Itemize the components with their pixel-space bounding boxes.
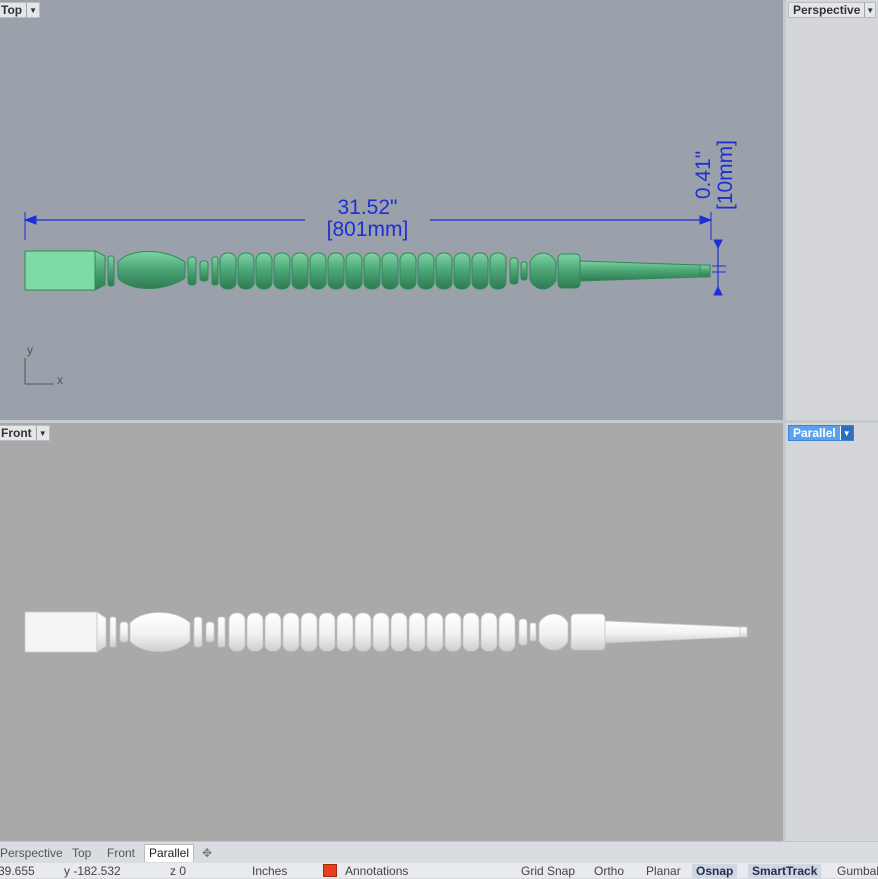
toggle-gumball[interactable]: Gumbal xyxy=(837,864,878,879)
spindle-selected xyxy=(24,250,711,291)
front-view-drawing xyxy=(24,611,748,653)
dimension-length-mm: [801mm] xyxy=(326,218,409,241)
dimension-width-inches: 0.41" xyxy=(692,150,715,200)
status-z-coordinate: z 0 xyxy=(170,864,187,878)
axis-indicator xyxy=(24,358,54,385)
status-layer[interactable]: Annotations xyxy=(345,864,408,879)
toggle-ortho[interactable]: Ortho xyxy=(594,864,624,879)
viewport-perspective[interactable]: Perspective ▼ xyxy=(786,0,878,420)
status-x-coordinate: 39.655 xyxy=(0,864,35,878)
toggle-grid-snap[interactable]: Grid Snap xyxy=(521,864,575,879)
viewport-tabs: Perspective Top Front Parallel ✥ xyxy=(0,841,878,864)
chevron-down-icon[interactable]: ▼ xyxy=(864,3,875,17)
add-tab-icon[interactable]: ✥ xyxy=(198,845,216,862)
axis-y-label: y xyxy=(27,343,33,357)
layer-color-swatch[interactable] xyxy=(323,864,337,877)
viewport-label-parallel[interactable]: Parallel ▼ xyxy=(788,425,854,441)
dimension-width-label: 0.41" [10mm] xyxy=(692,110,737,240)
toggle-smarttrack[interactable]: SmartTrack xyxy=(748,864,822,879)
viewport-top[interactable]: Top ▼ 31.52" [801mm] 0.41" [10mm] y x xyxy=(0,0,783,420)
viewport-label-perspective[interactable]: Perspective ▼ xyxy=(788,2,876,18)
tab-front[interactable]: Front xyxy=(103,845,139,862)
dimension-length-inches: 31.52" xyxy=(337,196,398,219)
chevron-down-icon[interactable]: ▼ xyxy=(839,426,853,440)
dimension-length-label: 31.52" [801mm] xyxy=(300,197,435,241)
toggle-osnap[interactable]: Osnap xyxy=(692,864,738,879)
status-bar: 39.655 y -182.532 z 0 Inches Annotations… xyxy=(0,863,878,879)
viewport-title: Parallel xyxy=(793,426,836,440)
viewport-title: Perspective xyxy=(793,3,861,17)
tab-top[interactable]: Top xyxy=(68,845,95,862)
dimension-width xyxy=(712,239,726,296)
tab-parallel[interactable]: Parallel xyxy=(144,844,195,862)
viewport-parallel[interactable]: Parallel ▼ xyxy=(786,423,878,841)
status-y-coordinate: y -182.532 xyxy=(64,864,121,878)
dimension-width-mm: [10mm] xyxy=(714,140,737,211)
viewport-splitter-horizontal[interactable] xyxy=(0,420,878,423)
status-units[interactable]: Inches xyxy=(252,864,287,879)
axis-x-label: x xyxy=(57,373,63,387)
tab-perspective[interactable]: Perspective xyxy=(0,845,67,862)
toggle-planar[interactable]: Planar xyxy=(646,864,681,879)
viewport-front[interactable]: Front ▼ xyxy=(0,423,783,841)
spindle-shaded xyxy=(24,611,748,653)
